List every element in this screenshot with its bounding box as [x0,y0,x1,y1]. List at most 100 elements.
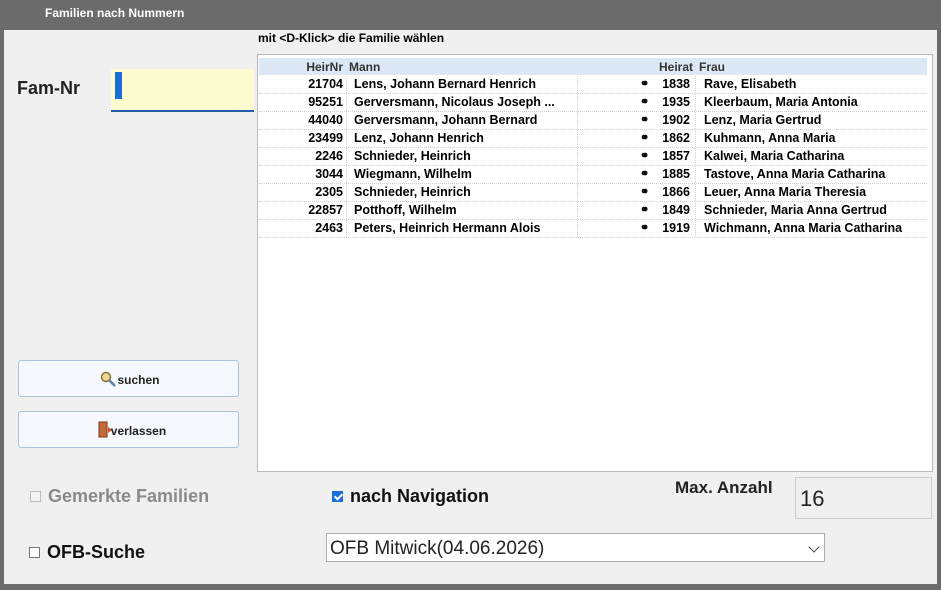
header-heirat[interactable]: Heirat [629,60,693,74]
cell-heirnr: 21704 [308,77,343,91]
column-divider [346,112,347,129]
marriage-icon: ⚭ [640,150,650,162]
column-divider [346,94,347,111]
fam-nr-input[interactable] [111,69,254,112]
max-anzahl-input[interactable]: 16 [795,477,932,519]
header-frau[interactable]: Frau [699,60,921,74]
header-heirnr[interactable]: HeirNr [259,60,343,74]
marriage-icon: ⚭ [640,222,650,234]
exit-button[interactable]: verlassen [18,411,239,448]
gemerkte-checkbox[interactable] [30,491,41,502]
marriage-icon: ⚭ [640,168,650,180]
navigation-checkbox[interactable] [332,491,343,502]
table-row[interactable]: 44040 Gerversmann, Johann Bernard ⚭ 1902 Len… [259,112,927,130]
table-row[interactable]: 2246 Schnieder, Heinrich ⚭ 1857 Kalwei, Mari… [259,148,927,166]
cell-mann: Lens, Johann Bernard Henrich [354,77,536,91]
cell-heirnr: 3044 [315,167,343,181]
table-row[interactable]: 3044 Wiegmann, Wilhelm ⚭ 1885 Tastove, Anna … [259,166,927,184]
table-row[interactable]: 22857 Potthoff, Wilhelm ⚭ 1849 Schnieder, Ma… [259,202,927,220]
navigation-label: nach Navigation [350,486,490,506]
marriage-icon: ⚭ [640,78,650,90]
search-button[interactable]: suchen [18,360,239,397]
cell-heirat: 1849 [662,203,690,217]
marriage-icon: ⚭ [640,96,650,108]
cell-heirnr: 23499 [308,131,343,145]
cell-heirnr: 2305 [315,185,343,199]
max-anzahl-label: Max. Anzahl [675,478,773,497]
column-divider [346,202,347,219]
cell-heirat: 1902 [662,113,690,127]
column-divider [577,76,578,93]
cell-heirat: 1935 [662,95,690,109]
cell-heirat: 1838 [662,77,690,91]
column-divider [346,184,347,201]
cell-frau: Rave, Elisabeth [704,77,797,91]
ofb-select-value: OFB Mitwick(04.06.2026) [330,538,545,559]
hint-text: mit <D-Klick> die Familie wählen [258,31,445,45]
table-row[interactable]: 23499 Lenz, Johann Henrich ⚭ 1862 Kuhmann, A… [259,130,927,148]
column-divider [577,166,578,183]
column-divider [577,94,578,111]
table-row[interactable]: 2463 Peters, Heinrich Hermann Alois ⚭ 1919 W… [259,220,927,238]
cell-frau: Lenz, Maria Gertrud [704,113,822,127]
column-divider [695,166,696,183]
column-divider [346,220,347,237]
gemerkte-label: Gemerkte Familien [48,486,210,506]
column-divider [695,130,696,147]
cell-heirnr: 2463 [315,221,343,235]
grid-header: HeirNr Mann Heirat Frau [259,58,927,75]
table-row[interactable]: 2305 Schnieder, Heinrich ⚭ 1866 Leuer, Anna … [259,184,927,202]
cell-mann: Potthoff, Wilhelm [354,203,457,217]
search-button-label: suchen [117,373,160,387]
cell-mann: Schnieder, Heinrich [354,149,471,163]
chevron-down-icon[interactable] [808,541,820,553]
text-cursor [115,72,122,99]
column-divider [695,148,696,165]
cell-mann: Gerversmann, Johann Bernard [354,113,538,127]
column-divider [695,112,696,129]
fam-nr-label: Fam-Nr [17,78,81,98]
column-divider [346,148,347,165]
column-divider [695,220,696,237]
family-grid[interactable]: HeirNr Mann Heirat Frau 21704 Lens, Johan… [257,54,933,472]
ofb-label: OFB-Suche [47,542,146,562]
marriage-icon: ⚭ [640,204,650,216]
cell-frau: Tastove, Anna Maria Catharina [704,167,886,181]
cell-mann: Peters, Heinrich Hermann Alois [354,221,541,235]
cell-heirnr: 2246 [315,149,343,163]
column-divider [695,202,696,219]
cell-frau: Leuer, Anna Maria Theresia [704,185,867,199]
table-row[interactable]: 95251 Gerversmann, Nicolaus Joseph ... ⚭ 19… [259,94,927,112]
marriage-icon: ⚭ [640,132,650,144]
title-bar: Familien nach Nummern [0,0,941,30]
cell-heirat: 1862 [662,131,690,145]
cell-mann: Lenz, Johann Henrich [354,131,484,145]
cell-mann: Gerversmann, Nicolaus Joseph ... [354,95,555,109]
column-divider [577,148,578,165]
cell-mann: Schnieder, Heinrich [354,185,471,199]
table-row[interactable]: 21704 Lens, Johann Bernard Henrich ⚭ 1838 Ra… [259,76,927,94]
cell-mann: Wiegmann, Wilhelm [354,167,472,181]
cell-heirat: 1866 [662,185,690,199]
cell-heirat: 1857 [662,149,690,163]
ofb-checkbox[interactable] [29,547,40,558]
marriage-icon: ⚭ [640,186,650,198]
column-divider [577,220,578,237]
ofb-select[interactable]: OFB Mitwick(04.06.2026) [326,533,825,562]
cell-frau: Kuhmann, Anna Maria [704,131,836,145]
column-divider [346,166,347,183]
column-divider [695,94,696,111]
cell-frau: Wichmann, Anna Maria Catharina [704,221,903,235]
column-divider [346,130,347,147]
column-divider [695,184,696,201]
max-anzahl-value: 16 [800,486,825,511]
cell-frau: Kalwei, Maria Catharina [704,149,845,163]
cell-heirnr: 44040 [308,113,343,127]
exit-button-label: verlassen [110,424,167,438]
cell-heirat: 1919 [662,221,690,235]
header-mann[interactable]: Mann [349,60,567,74]
cell-frau: Schnieder, Maria Anna Gertrud [704,203,887,217]
cell-heirat: 1885 [662,167,690,181]
column-divider [695,76,696,93]
cell-heirnr: 22857 [308,203,343,217]
